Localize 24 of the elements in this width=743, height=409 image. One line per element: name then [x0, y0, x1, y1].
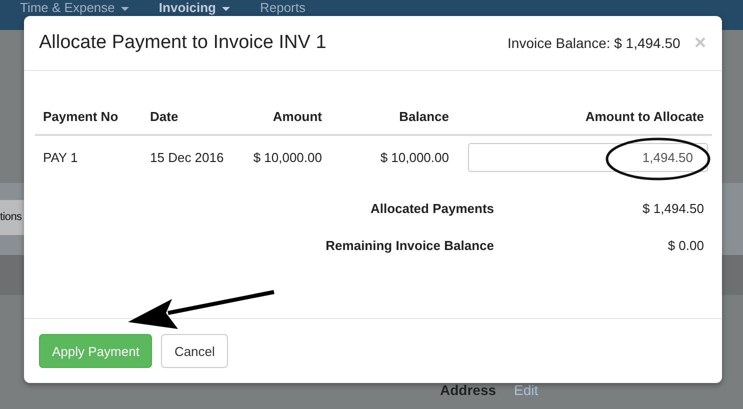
total-label: Remaining Invoice Balance	[324, 238, 494, 252]
column-header: Amount	[272, 108, 323, 124]
column-header: Payment No	[42, 108, 120, 124]
total-value: $ 0.00	[666, 238, 705, 252]
modal-title: Allocate Payment to Invoice INV 1	[39, 32, 328, 54]
tab[interactable]: tions	[0, 200, 24, 235]
total-value: $ 1,494.50	[642, 200, 705, 216]
column-header: Date	[149, 108, 180, 124]
table-cell-text: $ 10,000.00	[252, 150, 323, 164]
address-label: Address	[440, 382, 496, 398]
table-cell-text: PAY 1	[42, 150, 79, 164]
edit-link[interactable]: Edit	[514, 382, 538, 398]
column-header: Balance	[398, 108, 450, 124]
nav-link[interactable]: Time & Expense	[20, 0, 129, 15]
nav-link[interactable]: Invoicing	[158, 0, 230, 15]
amount-input[interactable]: 1,494.50	[468, 142, 708, 172]
table-cell-text: 15 Dec 2016	[149, 150, 225, 164]
nav-link[interactable]: Reports	[260, 0, 306, 15]
cancel-button[interactable]: Cancel	[161, 334, 228, 368]
apply-button[interactable]: Apply Payment	[39, 334, 152, 368]
invoice-balance: Invoice Balance: $ 1,494.50	[508, 35, 680, 51]
column-header: Amount to Allocate	[584, 108, 705, 124]
table-cell-text: $ 10,000.00	[379, 150, 450, 164]
total-label: Allocated Payments	[369, 200, 494, 216]
